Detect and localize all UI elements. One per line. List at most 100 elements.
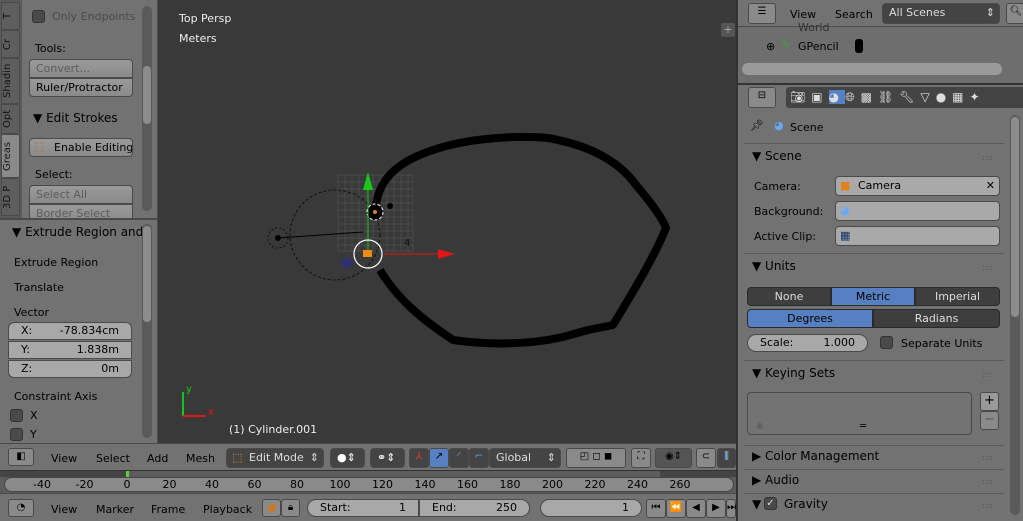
play-icon[interactable]: ▶: [706, 499, 726, 518]
next-keyframe-icon[interactable]: ⏭: [726, 499, 736, 518]
tab-options[interactable]: Opt: [1, 104, 20, 134]
search-icon[interactable]: 🔍︎: [1006, 3, 1023, 24]
menu-search[interactable]: Search: [835, 8, 873, 21]
vector-x-field[interactable]: X: -78.834cm: [8, 322, 132, 340]
camera-field[interactable]: ■ Camera ✕: [835, 176, 1000, 196]
mode-dropdown[interactable]: ⬚ Edit Mode ⇕: [226, 448, 324, 468]
audio-section-header[interactable]: ▶ Audio: [752, 473, 799, 487]
end-frame-field[interactable]: End: 250: [419, 499, 530, 517]
edit-mode-icon: ⬚: [232, 451, 243, 464]
keying-sets-section-header[interactable]: ▼ Keying Sets: [752, 366, 835, 380]
gravity-checkbox[interactable]: ✓: [764, 497, 777, 510]
properties-scrollbar[interactable]: [1010, 115, 1020, 515]
vector-y-field[interactable]: Y: 1.838m: [8, 341, 132, 359]
timeline-ruler[interactable]: -40 -20 0 20 40 60 80 100 120 140 160 180 200 220 240 2…: [0, 470, 736, 493]
scale-manipulator-icon[interactable]: ⌐: [469, 448, 489, 468]
tab-create[interactable]: Cr: [1, 30, 20, 58]
editor-type-clock-icon[interactable]: ◔: [8, 499, 34, 517]
operator-title[interactable]: ▼ Extrude Region and: [12, 225, 143, 239]
updown-icon: ⇕: [309, 451, 319, 464]
menu-mesh[interactable]: Mesh: [186, 452, 215, 465]
unit-none-button[interactable]: None: [747, 287, 831, 306]
unit-scale-field[interactable]: Scale: 1.000: [747, 334, 868, 352]
tab-3d-print[interactable]: 3D P: [1, 178, 20, 216]
ruler-protractor-button[interactable]: Ruler/Protractor: [29, 78, 133, 97]
rotate-manipulator-icon[interactable]: ◜: [449, 448, 469, 468]
outliner-editor-icon[interactable]: ☰: [748, 3, 776, 24]
menu-view[interactable]: View: [51, 452, 77, 465]
gravity-section-header[interactable]: ▼: [752, 497, 761, 511]
preview-range-icon[interactable]: ◕: [262, 499, 281, 517]
menu-frame[interactable]: Frame: [151, 503, 185, 516]
active-clip-field[interactable]: ▦: [835, 226, 1000, 246]
expand-icon[interactable]: ⊕: [766, 40, 775, 53]
outliner-item-world[interactable]: World: [798, 21, 830, 34]
degrees-button[interactable]: Degrees: [747, 309, 873, 328]
select-mode-icons[interactable]: ◰ ◻ ◼: [566, 448, 626, 468]
keying-sets-list[interactable]: ⊕ ═: [747, 392, 972, 435]
timeline-tick-label: 80: [290, 478, 304, 491]
convert-button[interactable]: Convert...: [29, 59, 133, 78]
toolshelf: T Cr Shadin Opt Greas 3D P Only Endpoint…: [0, 0, 158, 223]
camera-object: [363, 250, 372, 257]
prev-keyframe-icon[interactable]: ⏪: [666, 499, 686, 518]
unit-metric-button[interactable]: Metric: [831, 287, 915, 306]
menu-playback[interactable]: Playback: [203, 503, 252, 516]
manipulator-y-arrow: [363, 172, 373, 190]
proportional-edit-dropdown[interactable]: ◉⇕: [655, 448, 692, 468]
play-reverse-icon[interactable]: ◀: [686, 499, 706, 518]
tab-tools[interactable]: T: [1, 2, 20, 30]
jump-start-icon[interactable]: ⏮: [646, 499, 666, 518]
menu-marker[interactable]: Marker: [96, 503, 134, 516]
editor-type-cube-icon[interactable]: ◧: [8, 448, 34, 466]
radians-button[interactable]: Radians: [873, 309, 1000, 328]
outliner-item-gpencil[interactable]: GPencil: [798, 40, 839, 53]
units-section-header[interactable]: ▼ Units: [752, 259, 796, 273]
select-label: Select:: [35, 168, 73, 181]
start-frame-field[interactable]: Start: 1: [307, 499, 419, 517]
select-all-button[interactable]: Select All: [29, 185, 133, 204]
tab-shading[interactable]: Shadin: [1, 58, 20, 104]
snap-element-icon[interactable]: ⫼: [717, 448, 736, 468]
operator-scrollbar[interactable]: [142, 224, 152, 438]
lock-icon[interactable]: 🔒︎: [281, 499, 300, 517]
scene-section-header[interactable]: ▼ Scene: [752, 149, 802, 163]
menu-view[interactable]: View: [790, 8, 816, 21]
constraint-x-checkbox[interactable]: [10, 409, 23, 422]
unit-imperial-button[interactable]: Imperial: [915, 287, 1000, 306]
shading-dropdown[interactable]: ●⇕: [330, 448, 365, 468]
axis-x-label: x: [208, 407, 214, 418]
toolshelf-scrollbar[interactable]: [142, 6, 152, 211]
separate-units-checkbox[interactable]: [880, 336, 893, 349]
pencil-icon: ✎: [781, 38, 791, 51]
manipulator-x-arrow: [438, 249, 455, 259]
background-field[interactable]: ◕: [835, 201, 1000, 221]
display-mode-dropdown[interactable]: All Scenes ⇕: [882, 3, 1000, 24]
3d-viewport[interactable]: Top Persp Meters + 4 y x (1) Cylinder.00…: [158, 0, 736, 443]
orientation-dropdown[interactable]: Global ⇕: [489, 448, 561, 468]
current-frame-field[interactable]: 1: [540, 499, 642, 517]
edit-strokes-header[interactable]: ▼ Edit Strokes: [33, 111, 118, 125]
snap-magnet-icon[interactable]: ⊂: [696, 448, 716, 468]
properties-context-tabs[interactable]: 📷︎▣◕🌐︎▩⛓︎🔧︎▽●▦✦: [786, 87, 1023, 108]
manipulator-toggle-icon[interactable]: ⅄: [409, 448, 429, 468]
constraint-y-checkbox[interactable]: [10, 428, 23, 441]
pin-icon[interactable]: 📌︎: [750, 119, 764, 132]
pivot-dropdown[interactable]: ⚭⇕: [370, 448, 405, 468]
translate-manipulator-icon[interactable]: ↗: [429, 448, 449, 468]
enable-editing-button[interactable]: ⬚ Enable Editing: [29, 138, 133, 157]
vector-z-field[interactable]: Z: 0m: [8, 360, 132, 378]
add-keying-set-plus-icon[interactable]: +: [980, 392, 999, 411]
menu-select[interactable]: Select: [96, 452, 130, 465]
only-endpoints-checkbox[interactable]: [32, 10, 45, 23]
menu-add[interactable]: Add: [147, 452, 168, 465]
color-management-section-header[interactable]: ▶ Color Management: [752, 449, 879, 463]
properties-editor-icon[interactable]: ⊟: [748, 87, 776, 108]
limit-selection-icon[interactable]: ⛶: [631, 448, 651, 468]
outliner: ☰ View Search All Scenes ⇕ 🔍︎ World ⊕ ✎ G…: [736, 0, 1023, 83]
menu-view[interactable]: View: [51, 503, 77, 516]
outliner-hscrollbar[interactable]: [742, 63, 1002, 75]
remove-keying-set-minus-icon[interactable]: −: [980, 411, 999, 430]
timeline-scrollbar[interactable]: [4, 477, 734, 492]
tab-grease-pencil[interactable]: Greas: [1, 134, 20, 178]
